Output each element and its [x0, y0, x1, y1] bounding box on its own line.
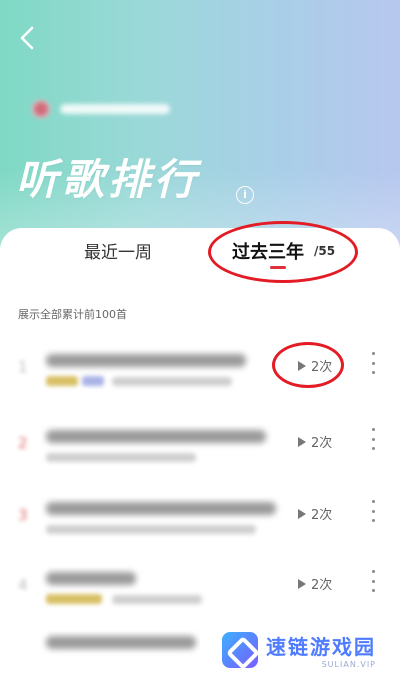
list-item[interactable]: 3 2次: [0, 494, 400, 564]
watermark-main-text: 速链游戏园: [266, 635, 376, 659]
ranking-panel: 最近一周 过去三年 /55 展示全部累计前100首 1 2次 2 2次 3 2次…: [0, 221, 400, 674]
more-vertical-icon[interactable]: [370, 428, 376, 450]
header-banner: 听歌排行 i: [0, 0, 400, 250]
info-icon[interactable]: i: [236, 186, 254, 204]
tab-recent-week[interactable]: 最近一周: [84, 238, 152, 263]
back-arrow-icon[interactable]: [16, 24, 40, 52]
play-icon: [298, 578, 306, 589]
play-icon: [298, 508, 306, 519]
watermark-logo-icon: [222, 632, 258, 668]
play-count: 2次: [298, 574, 332, 593]
play-count-text: 2次: [311, 436, 333, 451]
annotation-circle-tab: [208, 221, 358, 283]
user-info-blurred: [32, 98, 170, 120]
watermark: 速链游戏园 SULIAN.VIP: [200, 626, 400, 674]
song-title-blurred: [46, 572, 136, 585]
artist-blurred: [46, 453, 196, 462]
watermark-sub-text: SULIAN.VIP: [321, 660, 376, 669]
vip-tag-blurred: [46, 594, 102, 604]
list-item[interactable]: 4 2次: [0, 564, 400, 634]
rank-number-blurred: 2: [18, 434, 28, 452]
artist-blurred: [112, 377, 232, 386]
username-blurred: [60, 104, 170, 114]
rank-number-blurred: 3: [18, 506, 28, 524]
list-subtitle: 展示全部累计前100首: [18, 308, 127, 321]
song-title-blurred: [46, 354, 246, 367]
rank-number-blurred: 1: [18, 358, 28, 376]
more-vertical-icon[interactable]: [370, 352, 376, 374]
watermark-text: 速链游戏园 SULIAN.VIP: [266, 631, 376, 669]
artist-blurred: [112, 595, 202, 604]
rank-number-blurred: 4: [18, 576, 28, 594]
song-title-blurred: [46, 430, 266, 443]
play-count: 2次: [298, 504, 332, 523]
artist-blurred: [46, 525, 256, 534]
more-vertical-icon[interactable]: [370, 500, 376, 522]
play-count-text: 2次: [311, 578, 333, 593]
more-vertical-icon[interactable]: [370, 570, 376, 592]
annotation-circle-playcount: [272, 342, 344, 388]
play-icon: [298, 436, 306, 447]
song-title-blurred: [46, 502, 276, 515]
play-count: 2次: [298, 432, 332, 451]
avatar: [32, 100, 50, 118]
song-title-blurred: [46, 636, 196, 649]
vip-tag-blurred: [46, 376, 78, 386]
list-item[interactable]: 2 2次: [0, 422, 400, 492]
page-title: 听歌排行: [16, 155, 201, 204]
list-item[interactable]: 1 2次: [0, 342, 400, 416]
play-count-text: 2次: [311, 508, 333, 523]
quality-tag-blurred: [82, 376, 104, 386]
